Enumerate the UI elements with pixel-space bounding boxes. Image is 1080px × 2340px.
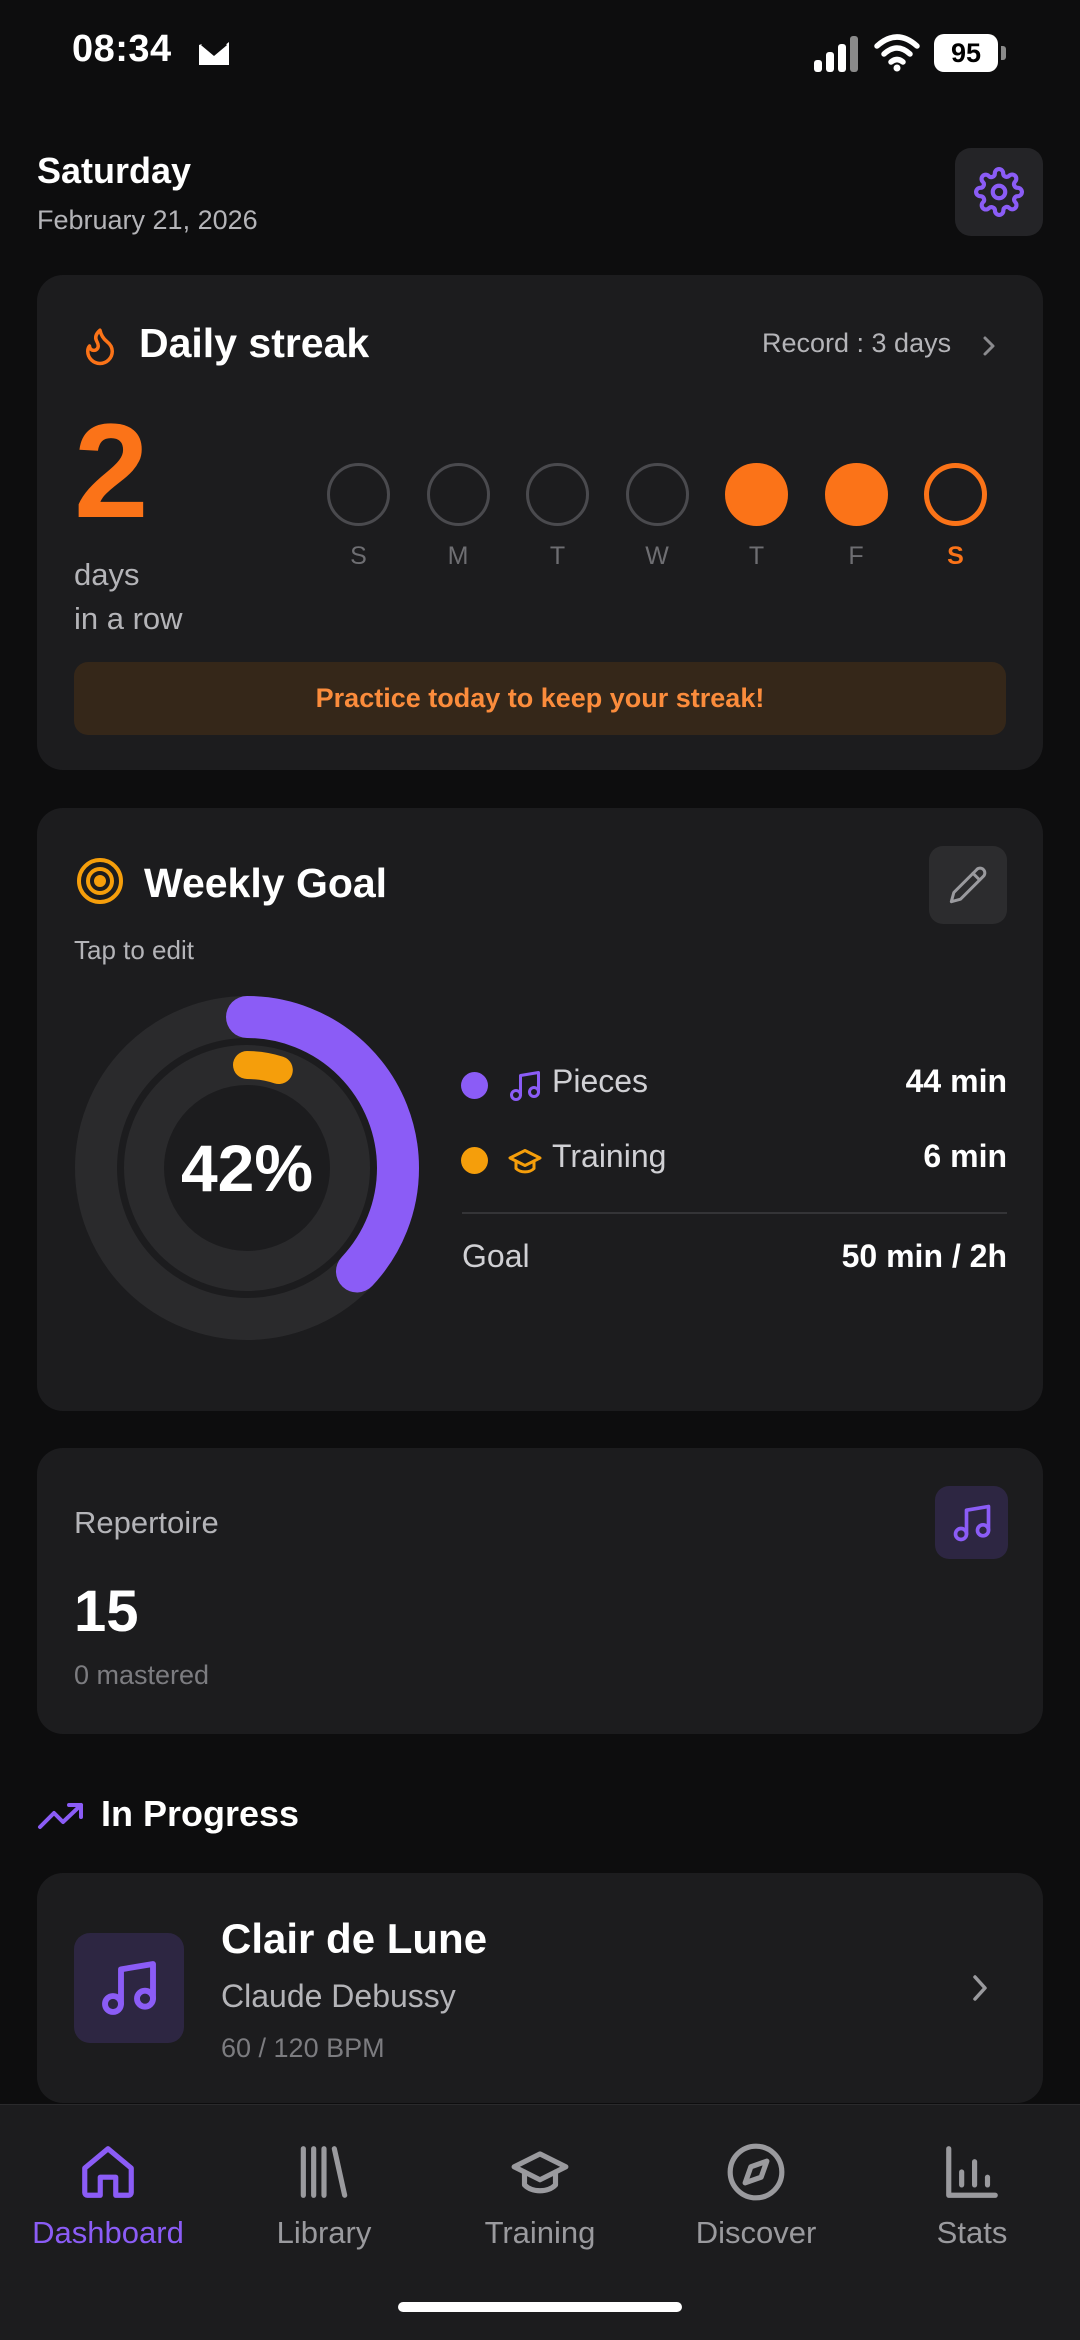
streak-caption-line2: in a row — [74, 601, 183, 636]
gear-icon — [974, 167, 1024, 217]
day-label: T — [748, 542, 765, 570]
header-day: Saturday — [37, 150, 192, 191]
goal-percent: 42% — [180, 1131, 314, 1205]
repertoire-count: 15 — [74, 1579, 139, 1644]
nav-discover[interactable]: Discover — [656, 2141, 856, 2251]
day-circle — [625, 463, 689, 526]
target-icon — [77, 858, 123, 904]
day-circle — [327, 463, 390, 526]
battery-level: 95 — [934, 34, 998, 72]
pencil-icon — [949, 866, 987, 904]
mail-icon — [199, 42, 229, 65]
battery-indicator: 95 — [934, 34, 1006, 72]
signal-icon — [814, 36, 858, 72]
pieces-dot — [461, 1072, 488, 1099]
music-note-icon — [102, 1961, 156, 2015]
day-label: S — [947, 542, 964, 570]
piece-title: Clair de Lune — [221, 1915, 488, 1962]
nav-stats[interactable]: Stats — [872, 2141, 1072, 2251]
goal-label: Goal — [462, 1238, 530, 1274]
nav-label: Stats — [936, 2215, 1008, 2250]
streak-count: 2 — [74, 397, 149, 546]
nav-label: Library — [276, 2215, 372, 2250]
piece-card[interactable]: Clair de Lune Claude Debussy 60 / 120 BP… — [37, 1873, 1043, 2103]
nav-library[interactable]: Library — [224, 2141, 424, 2251]
streak-banner: Practice today to keep your streak! — [74, 662, 1006, 735]
graduation-cap-icon — [511, 2151, 569, 2194]
music-note-icon — [510, 1071, 540, 1101]
day-label: M — [447, 542, 469, 570]
day-circle — [426, 463, 490, 526]
repertoire-title: Repertoire — [74, 1505, 219, 1540]
in-progress-title: In Progress — [101, 1793, 300, 1834]
settings-button[interactable] — [955, 148, 1043, 236]
compass-icon — [727, 2143, 785, 2201]
bar-chart-icon — [946, 2146, 998, 2198]
nav-label: Dashboard — [32, 2215, 184, 2250]
flame-icon — [86, 328, 114, 366]
edit-goal-button[interactable] — [929, 846, 1007, 924]
weekly-goal-title: Weekly Goal — [144, 860, 388, 906]
training-value: 6 min — [923, 1138, 1007, 1174]
chevron-right-icon[interactable] — [967, 1969, 993, 2007]
tap-to-edit-hint: Tap to edit — [74, 935, 194, 965]
graduation-cap-icon — [508, 1149, 542, 1174]
record-link[interactable]: Record : 3 days — [762, 328, 951, 359]
repertoire-icon-box — [935, 1486, 1008, 1559]
repertoire-mastered: 0 mastered — [74, 1660, 210, 1690]
piece-bpm: 60 / 120 BPM — [221, 2033, 385, 2063]
repertoire-card[interactable]: Repertoire 15 0 mastered — [37, 1448, 1043, 1734]
pieces-label: Pieces — [552, 1063, 649, 1099]
pieces-value: 44 min — [905, 1063, 1007, 1099]
day-circle — [725, 463, 788, 526]
piece-thumbnail — [74, 1933, 184, 2043]
status-time: 08:34 — [72, 28, 172, 70]
daily-streak-card: Daily streak Record : 3 days 2 days in a… — [37, 275, 1043, 770]
nav-training[interactable]: Training — [440, 2141, 640, 2251]
trending-up-icon — [38, 1803, 83, 1829]
home-icon — [82, 2146, 134, 2198]
streak-title: Daily streak — [139, 320, 370, 366]
header-date: February 21, 2026 — [37, 205, 258, 235]
divider — [462, 1212, 1007, 1214]
day-label: F — [848, 542, 864, 570]
training-dot — [461, 1147, 488, 1174]
day-circle — [824, 463, 888, 526]
chevron-right-icon[interactable] — [977, 330, 1001, 362]
day-circle — [526, 463, 589, 526]
streak-caption: days in a row — [74, 553, 183, 641]
streak-caption-line1: days — [74, 557, 140, 592]
library-icon — [300, 2146, 348, 2198]
training-label: Training — [552, 1138, 667, 1174]
weekly-goal-card[interactable]: Weekly Goal Tap to edit 42% Pieces 44 mi… — [37, 808, 1043, 1411]
nav-label: Training — [484, 2215, 596, 2250]
day-label: W — [645, 542, 669, 570]
day-label: T — [549, 542, 566, 570]
day-label: S — [350, 542, 367, 570]
piece-composer: Claude Debussy — [221, 1978, 456, 2014]
home-indicator — [398, 2302, 682, 2312]
day-circle — [924, 463, 987, 526]
nav-label: Discover — [695, 2215, 817, 2250]
goal-value: 50 min / 2h — [841, 1238, 1007, 1274]
music-note-icon — [953, 1504, 990, 1541]
wifi-icon — [874, 34, 920, 72]
nav-dashboard[interactable]: Dashboard — [8, 2141, 208, 2251]
